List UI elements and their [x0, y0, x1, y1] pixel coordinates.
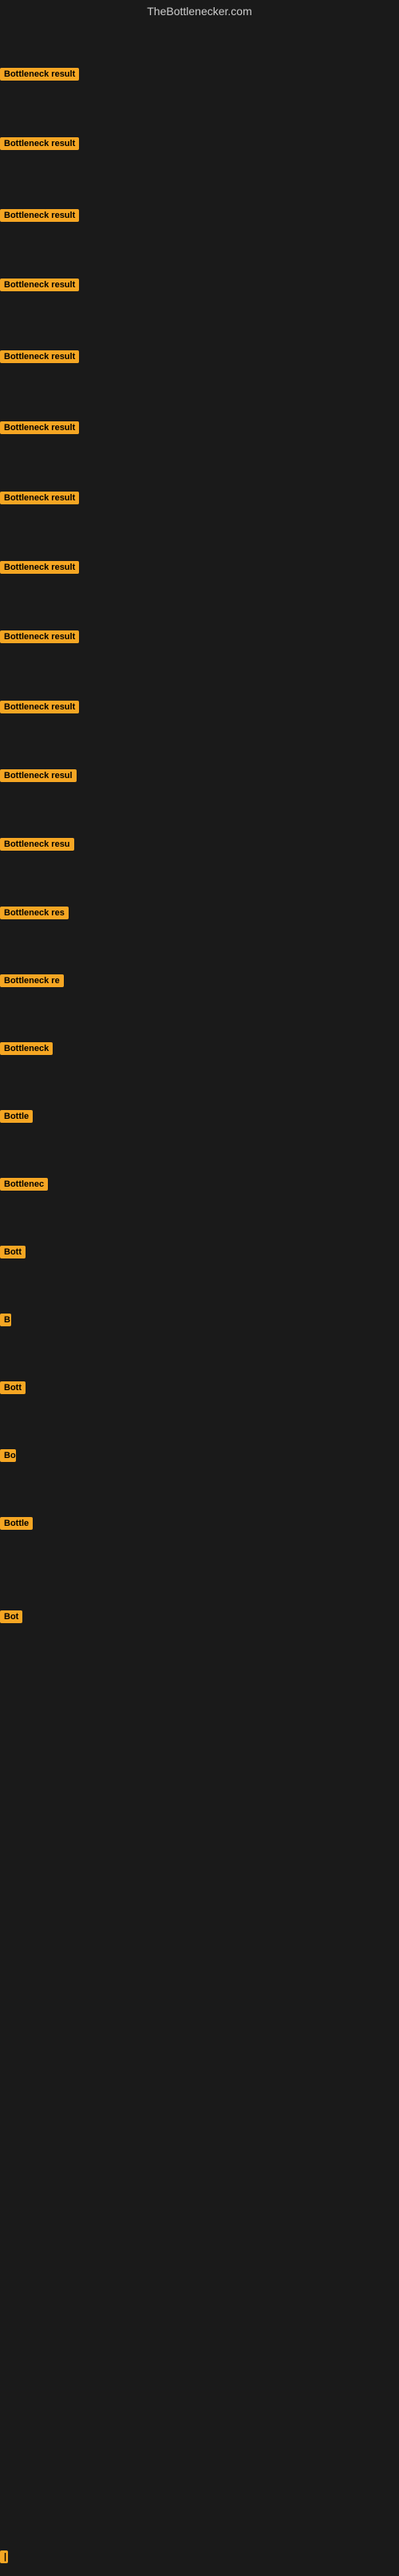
bottleneck-row-5: Bottleneck result [0, 350, 79, 367]
bottleneck-row-12: Bottleneck resu [0, 838, 74, 855]
bottleneck-row-13: Bottleneck res [0, 907, 69, 923]
bottleneck-row-3: Bottleneck result [0, 209, 79, 226]
bottleneck-row-19: B [0, 1314, 11, 1330]
bottleneck-row-17: Bottlenec [0, 1178, 48, 1195]
bottleneck-row-23: Bot [0, 1610, 22, 1627]
bottleneck-row-2: Bottleneck result [0, 137, 79, 154]
bottleneck-row-15: Bottleneck [0, 1042, 53, 1059]
bottleneck-row-4: Bottleneck result [0, 279, 79, 295]
bottleneck-badge-10: Bottleneck result [0, 701, 79, 713]
bottleneck-row-24: | [0, 2550, 8, 2567]
bottleneck-row-18: Bott [0, 1246, 26, 1262]
bottleneck-row-9: Bottleneck result [0, 630, 79, 647]
bottleneck-badge-18: Bott [0, 1246, 26, 1258]
bottleneck-row-16: Bottle [0, 1110, 33, 1127]
bottleneck-badge-11: Bottleneck resul [0, 769, 77, 782]
bottleneck-badge-22: Bottle [0, 1517, 33, 1530]
bottleneck-badge-15: Bottleneck [0, 1042, 53, 1055]
bottleneck-badge-14: Bottleneck re [0, 974, 64, 987]
bottleneck-badge-24: | [0, 2550, 8, 2563]
bottleneck-badge-17: Bottlenec [0, 1178, 48, 1191]
bottleneck-badge-20: Bott [0, 1381, 26, 1394]
bottleneck-badge-16: Bottle [0, 1110, 33, 1123]
bottleneck-row-1: Bottleneck result [0, 68, 79, 85]
bottleneck-row-8: Bottleneck result [0, 561, 79, 578]
bottleneck-badge-7: Bottleneck result [0, 492, 79, 504]
bottleneck-row-6: Bottleneck result [0, 421, 79, 438]
bottleneck-badge-12: Bottleneck resu [0, 838, 74, 851]
bottleneck-badge-6: Bottleneck result [0, 421, 79, 434]
bottleneck-row-21: Bo [0, 1449, 16, 1466]
bottleneck-badge-9: Bottleneck result [0, 630, 79, 643]
bottleneck-badge-2: Bottleneck result [0, 137, 79, 150]
bottleneck-row-14: Bottleneck re [0, 974, 64, 991]
bottleneck-row-11: Bottleneck resul [0, 769, 77, 786]
bottleneck-badge-13: Bottleneck res [0, 907, 69, 919]
bottleneck-badge-5: Bottleneck result [0, 350, 79, 363]
bottleneck-badge-8: Bottleneck result [0, 561, 79, 574]
bottleneck-row-7: Bottleneck result [0, 492, 79, 508]
bottleneck-badge-4: Bottleneck result [0, 279, 79, 291]
bottleneck-row-20: Bott [0, 1381, 26, 1398]
bottleneck-badge-19: B [0, 1314, 11, 1326]
bottleneck-badge-1: Bottleneck result [0, 68, 79, 81]
site-title: TheBottlenecker.com [0, 0, 399, 22]
bottleneck-badge-21: Bo [0, 1449, 16, 1462]
bottleneck-badge-3: Bottleneck result [0, 209, 79, 222]
bottleneck-row-10: Bottleneck result [0, 701, 79, 717]
bottleneck-badge-23: Bot [0, 1610, 22, 1623]
bottleneck-row-22: Bottle [0, 1517, 33, 1534]
